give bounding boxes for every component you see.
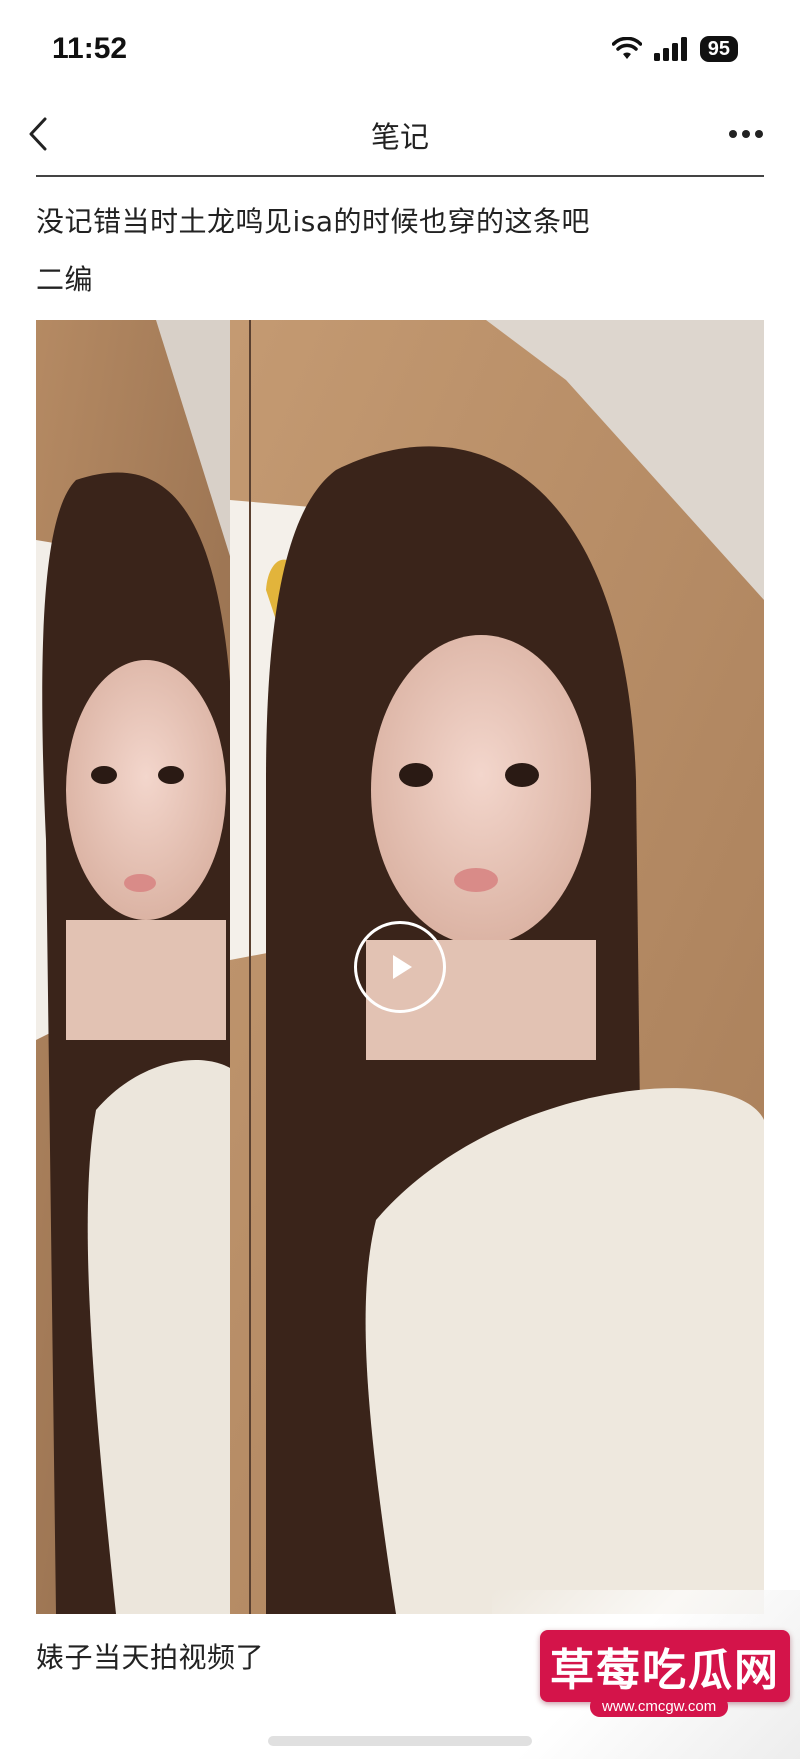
wifi-icon — [611, 37, 642, 59]
home-indicator[interactable] — [268, 1736, 532, 1746]
watermark-logo-text: 草莓吃瓜网 — [540, 1630, 790, 1702]
status-time: 11:52 — [52, 32, 128, 65]
signal-icon — [653, 37, 687, 61]
play-icon — [393, 955, 412, 979]
status-bar: 11:52 95 — [0, 0, 800, 100]
post-text-line1: 没记错当时土龙鸣见isa的时候也穿的这条吧 — [36, 205, 591, 238]
watermark: 草莓吃瓜网 www.cmcgw.com — [492, 1590, 800, 1759]
battery-icon: 95 — [699, 36, 738, 62]
header-divider — [36, 175, 764, 177]
video-player[interactable] — [36, 320, 764, 1614]
watermark-url: www.cmcgw.com — [590, 1696, 729, 1717]
status-icons: 95 — [611, 36, 738, 62]
nav-bar: 笔记 — [0, 100, 800, 176]
page-title: 笔记 — [370, 120, 429, 154]
more-dots-icon — [729, 130, 763, 138]
more-button[interactable] — [720, 112, 772, 156]
post-caption: 婊子当天拍视频了 — [36, 1641, 265, 1674]
post-text-line2: 二编 — [36, 263, 94, 296]
play-button[interactable] — [354, 921, 446, 1013]
